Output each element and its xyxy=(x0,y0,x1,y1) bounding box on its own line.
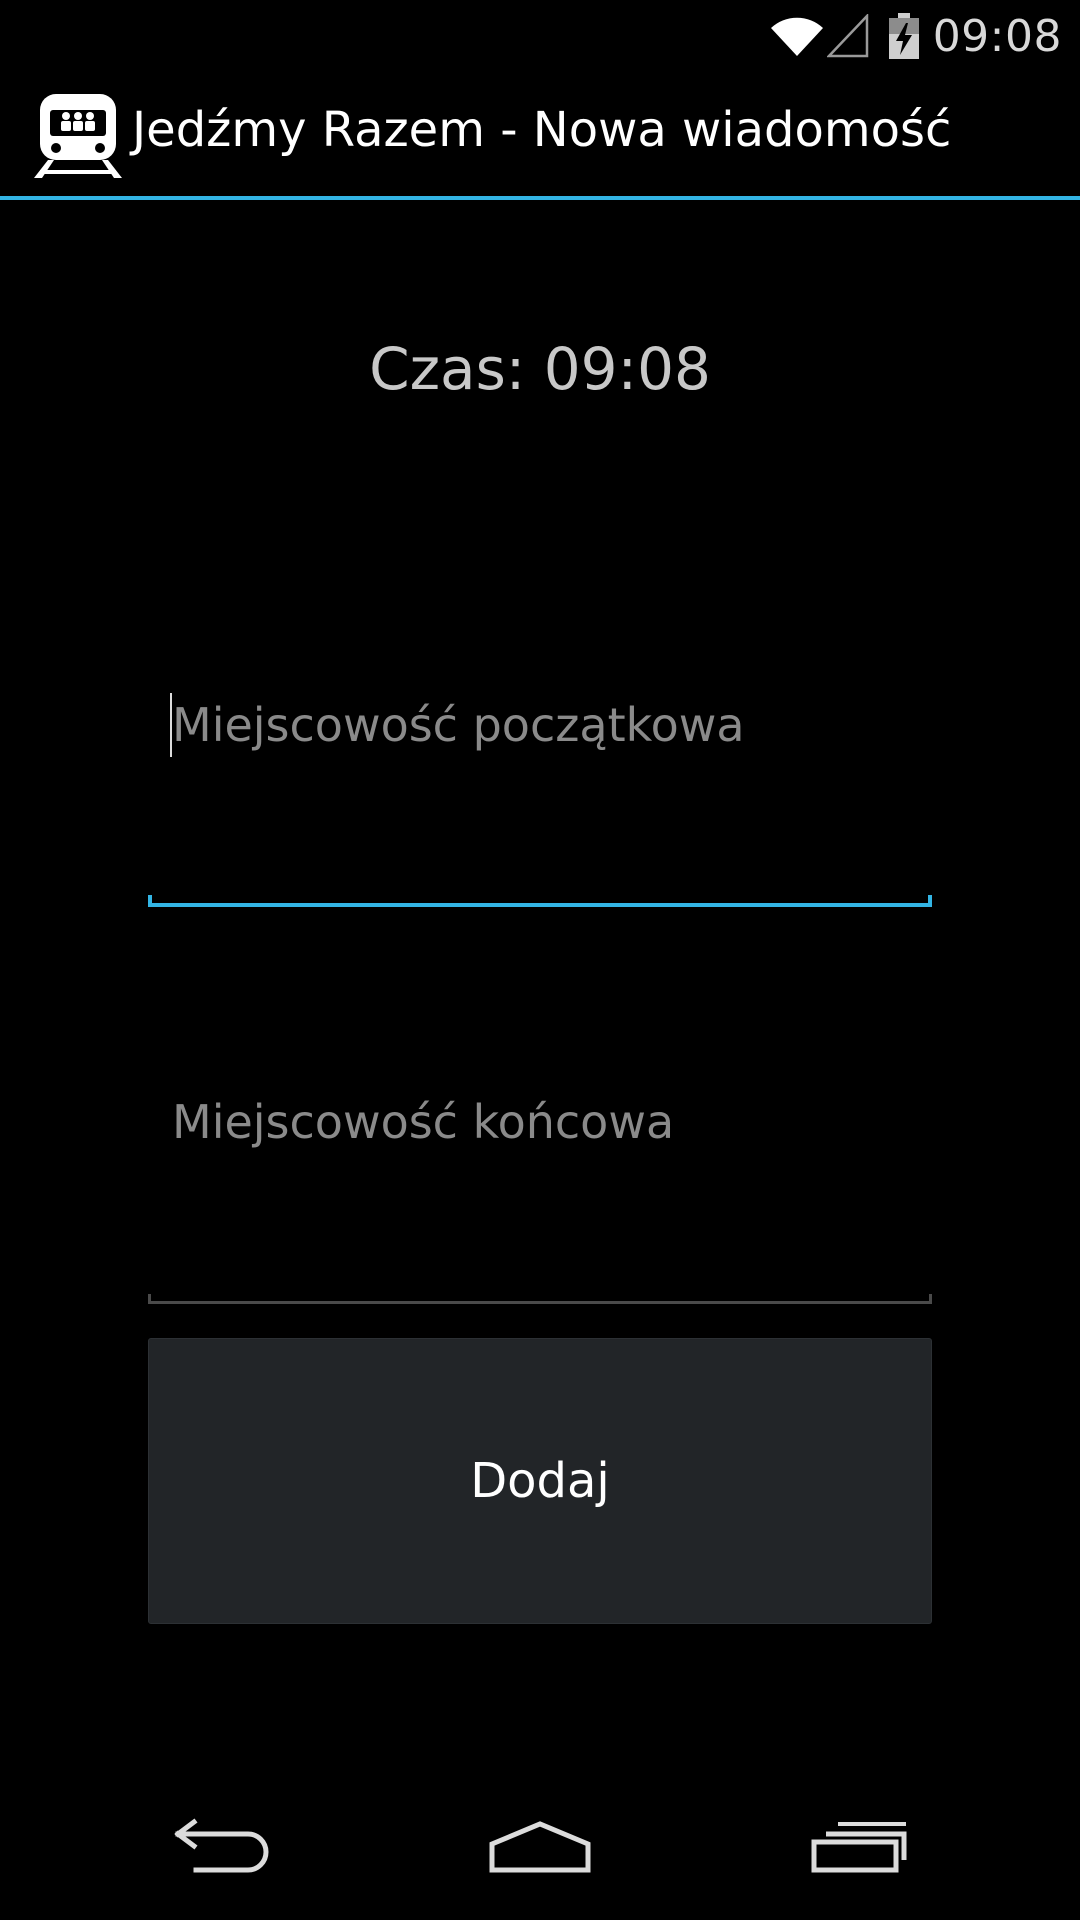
add-button[interactable]: Dodaj xyxy=(148,1338,932,1624)
action-bar-divider xyxy=(0,196,1080,200)
start-location-input[interactable] xyxy=(172,675,912,775)
end-location-field[interactable] xyxy=(148,1072,932,1304)
recents-button[interactable] xyxy=(800,1806,920,1890)
home-button[interactable] xyxy=(480,1806,600,1890)
home-icon xyxy=(488,1818,592,1878)
text-cursor xyxy=(170,693,172,757)
action-bar: Jedźmy Razem - Nowa wiadomość xyxy=(0,72,1080,196)
app-title: Jedźmy Razem - Nowa wiadomość xyxy=(132,102,952,158)
wifi-icon xyxy=(769,14,825,58)
start-location-underline xyxy=(148,895,932,907)
start-location-field[interactable] xyxy=(148,675,932,907)
time-label: Czas: 09:08 xyxy=(369,335,711,403)
back-icon xyxy=(170,1816,270,1880)
status-bar: 09:08 xyxy=(0,0,1080,72)
nav-bar xyxy=(0,1776,1080,1920)
train-app-icon[interactable] xyxy=(30,90,126,180)
battery-charging-icon xyxy=(888,13,919,59)
signal-icon xyxy=(826,14,869,58)
end-location-input[interactable] xyxy=(172,1072,912,1172)
back-button[interactable] xyxy=(160,1806,280,1890)
status-icons: 09:08 xyxy=(769,0,1062,72)
recents-icon xyxy=(810,1818,910,1878)
status-time: 09:08 xyxy=(932,10,1062,62)
end-location-underline xyxy=(148,1294,932,1304)
